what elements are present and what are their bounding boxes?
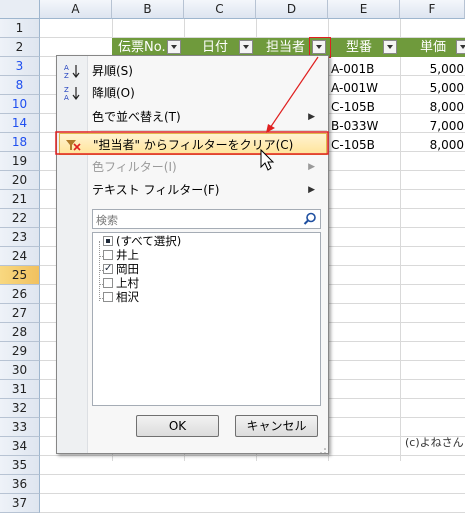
clear-filter-highlight [55, 131, 329, 155]
worksheet: A B C D E F 1 2 3 8 10 14 18 19 20 21 22 23 24 25 26 27… [0, 0, 465, 513]
copyright-text: (c)よねさん [405, 436, 464, 449]
callout-arrow [269, 56, 319, 129]
row-header-36[interactable]: 36 [0, 475, 40, 494]
row-header-37[interactable]: 37 [0, 494, 40, 513]
gridline [40, 474, 465, 475]
mouse-cursor-icon [260, 148, 275, 171]
annotation-overlay [55, 56, 329, 171]
gridline [40, 493, 465, 494]
